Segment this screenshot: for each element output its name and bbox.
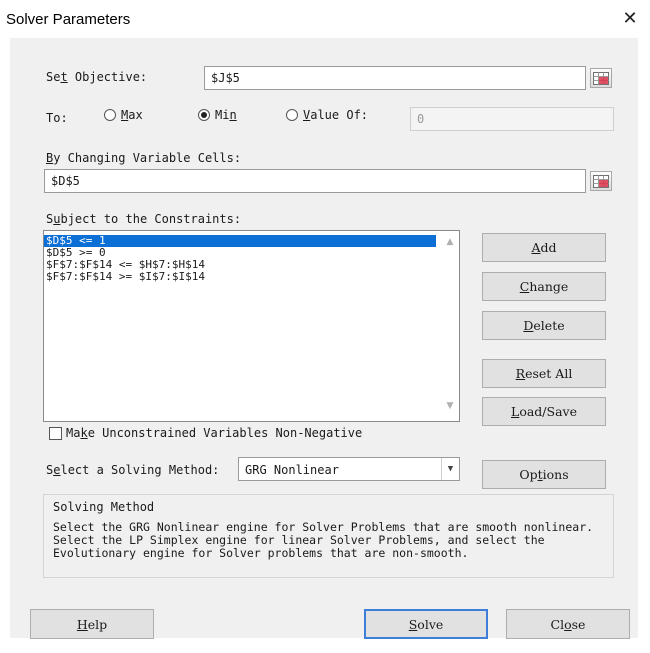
- value-of-radio[interactable]: [286, 109, 298, 121]
- solving-method-value: GRG Nonlinear: [245, 463, 339, 477]
- scroll-up-icon[interactable]: ▲: [443, 237, 457, 251]
- chevron-down-icon[interactable]: ▼: [441, 458, 459, 480]
- value-of-input[interactable]: 0: [410, 107, 614, 131]
- constraints-label: Subject to the Constraints:: [46, 212, 242, 226]
- constraints-list[interactable]: $D$5 <= 1 $D$5 >= 0 $F$7:$F$14 <= $H$7:$…: [43, 230, 460, 422]
- solve-button[interactable]: Solve: [364, 609, 488, 639]
- changing-cells-range-button[interactable]: [590, 171, 612, 191]
- window-title: Solver Parameters: [6, 11, 131, 28]
- add-button[interactable]: Add: [482, 233, 606, 262]
- range-select-icon: [593, 174, 609, 188]
- scroll-down-icon[interactable]: ▼: [443, 401, 457, 415]
- to-label: To:: [46, 111, 68, 125]
- load-save-button[interactable]: Load/Save: [482, 397, 606, 426]
- solving-method-select[interactable]: GRG Nonlinear ▼: [238, 457, 460, 481]
- solving-method-label: Select a Solving Method:: [46, 463, 220, 477]
- objective-input[interactable]: $J$5: [204, 66, 586, 90]
- changing-cells-label: By Changing Variable Cells:: [46, 151, 242, 165]
- max-option[interactable]: Max: [104, 108, 143, 122]
- nonneg-option[interactable]: Make Unconstrained Variables Non-Negativ…: [49, 426, 362, 440]
- min-radio[interactable]: [198, 109, 210, 121]
- nonneg-checkbox[interactable]: [49, 426, 62, 440]
- help-button[interactable]: Help: [30, 609, 154, 639]
- close-icon[interactable]: ✕: [620, 9, 640, 29]
- set-objective-label: Set Objective:: [46, 70, 148, 84]
- reset-all-button[interactable]: Reset All: [482, 359, 606, 388]
- options-button[interactable]: Op t ions: [482, 460, 606, 489]
- objective-range-button[interactable]: [590, 68, 612, 88]
- delete-button[interactable]: Delete: [482, 311, 606, 340]
- min-option[interactable]: Min: [198, 108, 237, 122]
- change-button[interactable]: Change: [482, 272, 606, 301]
- close-button[interactable]: Cl o se: [506, 609, 630, 639]
- max-radio[interactable]: [104, 109, 116, 121]
- range-select-icon: [593, 71, 609, 85]
- constraint-item[interactable]: $F$7:$F$14 >= $I$7:$I$14: [44, 271, 459, 283]
- solving-method-title: Solving Method: [53, 500, 155, 514]
- solving-method-description: Select the GRG Nonlinear engine for Solv…: [53, 520, 594, 560]
- value-of-option[interactable]: Value Of:: [286, 108, 368, 122]
- changing-cells-input[interactable]: $D$5: [44, 169, 586, 193]
